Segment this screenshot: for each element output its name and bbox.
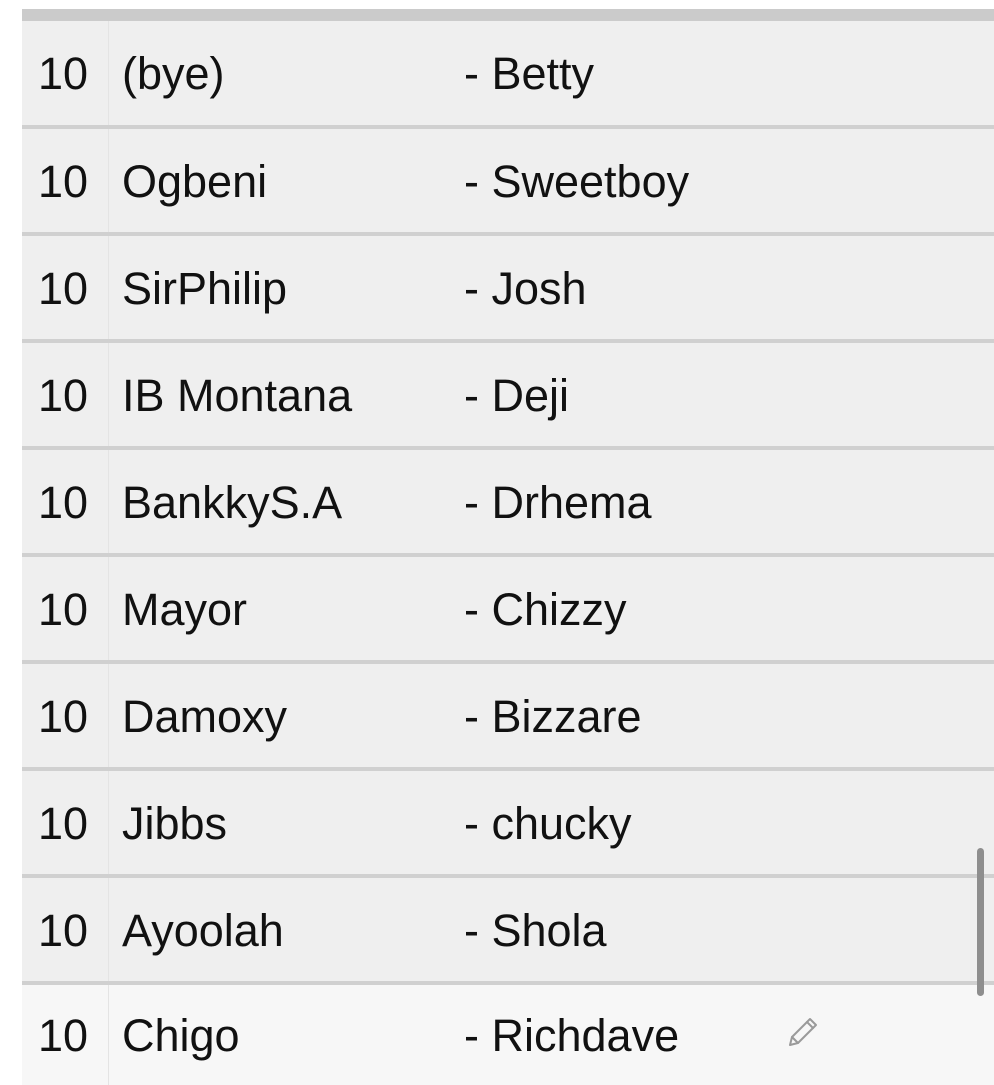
column-separator — [108, 771, 109, 875]
column-separator — [108, 21, 109, 125]
row-partner: - Sweetboy — [464, 155, 690, 207]
table-row[interactable]: 10 IB Montana - Deji — [22, 343, 994, 447]
row-score: 10 — [38, 904, 89, 956]
table-row[interactable]: 10 Jibbs - chucky — [22, 771, 994, 875]
row-partner: - Josh — [464, 262, 587, 314]
row-score: 10 — [38, 797, 89, 849]
row-name: (bye) — [122, 47, 225, 99]
row-score: 10 — [38, 583, 89, 635]
row-partner: - Chizzy — [464, 583, 627, 635]
row-name: Ogbeni — [122, 155, 268, 207]
row-partner: - Drhema — [464, 476, 652, 528]
column-separator — [108, 557, 109, 661]
column-separator — [108, 343, 109, 447]
table-row[interactable]: 10 BankkyS.A - Drhema — [22, 450, 994, 554]
column-separator — [108, 985, 109, 1085]
row-partner: - Shola — [464, 904, 607, 956]
vertical-scrollbar[interactable] — [977, 848, 984, 996]
row-score: 10 — [38, 155, 89, 207]
table-row[interactable]: 10 Damoxy - Bizzare — [22, 664, 994, 768]
row-score: 10 — [38, 262, 89, 314]
row-name: Damoxy — [122, 690, 288, 742]
row-name: IB Montana — [122, 369, 353, 421]
row-partner: - Betty — [464, 47, 595, 99]
column-separator — [108, 664, 109, 768]
row-name: SirPhilip — [122, 262, 288, 314]
row-score: 10 — [38, 690, 89, 742]
table-top-divider — [22, 9, 994, 21]
table-row[interactable]: 10 Chigo - Richdave — [22, 985, 994, 1085]
table-row[interactable]: 10 SirPhilip - Josh — [22, 236, 994, 340]
row-partner: - Bizzare — [464, 690, 642, 742]
row-name: Jibbs — [122, 797, 228, 849]
column-separator — [108, 450, 109, 554]
column-separator — [108, 236, 109, 340]
row-name: Mayor — [122, 583, 248, 635]
row-score: 10 — [38, 369, 89, 421]
row-score: 10 — [38, 476, 89, 528]
row-score: 10 — [38, 47, 89, 99]
row-partner: - Richdave — [464, 1009, 680, 1061]
table-row[interactable]: 10 Ogbeni - Sweetboy — [22, 129, 994, 233]
column-separator — [108, 129, 109, 233]
score-table: 10 (bye) - Betty 10 Ogbeni - Sweetboy 10… — [22, 9, 994, 1085]
table-row[interactable]: 10 Mayor - Chizzy — [22, 557, 994, 661]
row-name: BankkyS.A — [122, 476, 343, 528]
table-row[interactable]: 10 (bye) - Betty — [22, 21, 994, 125]
row-partner: - Deji — [464, 369, 570, 421]
row-partner: - chucky — [464, 797, 632, 849]
table-row[interactable]: 10 Ayoolah - Shola — [22, 878, 994, 982]
column-separator — [108, 878, 109, 982]
pencil-icon[interactable] — [782, 1013, 822, 1053]
row-score: 10 — [38, 1009, 89, 1061]
row-name: Chigo — [122, 1009, 240, 1061]
row-name: Ayoolah — [122, 904, 284, 956]
